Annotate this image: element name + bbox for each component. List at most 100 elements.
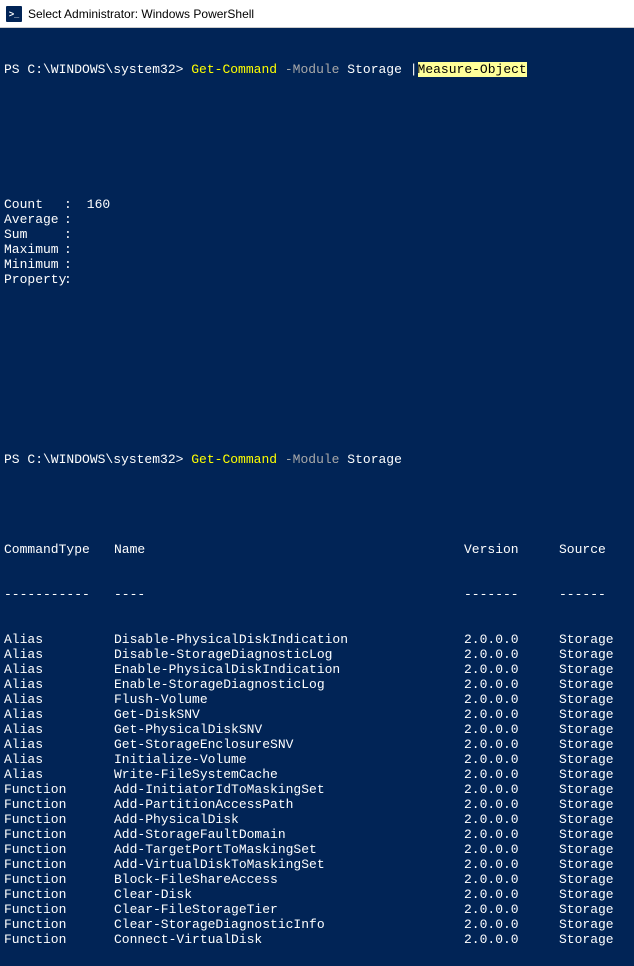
cell-commandtype: Function (4, 827, 114, 842)
stat-colon: : (64, 242, 79, 257)
cell-source: Storage (559, 797, 630, 812)
table-header-underline: ---------------------------- (4, 587, 630, 602)
table-row: FunctionAdd-VirtualDiskToMaskingSet2.0.0… (4, 857, 630, 872)
table-row: FunctionAdd-InitiatorIdToMaskingSet2.0.0… (4, 782, 630, 797)
table-row: FunctionAdd-PhysicalDisk2.0.0.0Storage (4, 812, 630, 827)
underline-source: ------ (559, 587, 630, 602)
cell-commandtype: Function (4, 917, 114, 932)
stat-colon: : (64, 212, 79, 227)
cell-source: Storage (559, 707, 630, 722)
cell-source: Storage (559, 722, 630, 737)
stat-row: Property: (4, 272, 630, 287)
table-row: AliasGet-PhysicalDiskSNV2.0.0.0Storage (4, 722, 630, 737)
cell-name: Connect-VirtualDisk (114, 932, 464, 947)
cell-commandtype: Function (4, 887, 114, 902)
cell-commandtype: Alias (4, 767, 114, 782)
stat-label: Sum (4, 227, 64, 242)
cell-version: 2.0.0.0 (464, 737, 559, 752)
cell-name: Add-VirtualDiskToMaskingSet (114, 857, 464, 872)
cell-source: Storage (559, 917, 630, 932)
cell-source: Storage (559, 692, 630, 707)
param-module-2: -Module (277, 452, 339, 467)
param-module-1: -Module (277, 62, 339, 77)
cell-name: Add-StorageFaultDomain (114, 827, 464, 842)
cell-commandtype: Function (4, 782, 114, 797)
cell-source: Storage (559, 902, 630, 917)
stat-label: Maximum (4, 242, 64, 257)
table-row: FunctionAdd-PartitionAccessPath2.0.0.0St… (4, 797, 630, 812)
cell-version: 2.0.0.0 (464, 647, 559, 662)
cell-commandtype: Alias (4, 647, 114, 662)
cell-commandtype: Function (4, 812, 114, 827)
stat-label: Count (4, 197, 64, 212)
terminal-area[interactable]: PS C:\WINDOWS\system32> Get-Command -Mod… (0, 28, 634, 966)
cell-name: Add-TargetPortToMaskingSet (114, 842, 464, 857)
cell-commandtype: Function (4, 797, 114, 812)
cell-version: 2.0.0.0 (464, 812, 559, 827)
cell-version: 2.0.0.0 (464, 767, 559, 782)
cmdlet-get-command-2: Get-Command (191, 452, 277, 467)
cell-source: Storage (559, 647, 630, 662)
cell-version: 2.0.0.0 (464, 692, 559, 707)
cell-name: Disable-StorageDiagnosticLog (114, 647, 464, 662)
cell-version: 2.0.0.0 (464, 827, 559, 842)
cell-commandtype: Alias (4, 632, 114, 647)
cell-name: Clear-StorageDiagnosticInfo (114, 917, 464, 932)
cell-source: Storage (559, 857, 630, 872)
table-row: AliasDisable-StorageDiagnosticLog2.0.0.0… (4, 647, 630, 662)
cmdlet-get-command-1: Get-Command (191, 62, 277, 77)
cell-version: 2.0.0.0 (464, 797, 559, 812)
prompt-2: PS C:\WINDOWS\system32> (4, 452, 191, 467)
cell-version: 2.0.0.0 (464, 932, 559, 947)
table-row: FunctionAdd-TargetPortToMaskingSet2.0.0.… (4, 842, 630, 857)
command-line-1: PS C:\WINDOWS\system32> Get-Command -Mod… (4, 62, 630, 77)
command-line-2: PS C:\WINDOWS\system32> Get-Command -Mod… (4, 452, 630, 467)
underline-type: ----------- (4, 587, 114, 602)
cell-commandtype: Function (4, 842, 114, 857)
cell-commandtype: Alias (4, 692, 114, 707)
table-row: FunctionClear-Disk2.0.0.0Storage (4, 887, 630, 902)
table-row: FunctionBlock-FileShareAccess2.0.0.0Stor… (4, 872, 630, 887)
cell-source: Storage (559, 932, 630, 947)
cell-source: Storage (559, 782, 630, 797)
cell-commandtype: Function (4, 932, 114, 947)
cell-name: Get-DiskSNV (114, 707, 464, 722)
table-row: AliasFlush-Volume2.0.0.0Storage (4, 692, 630, 707)
cell-source: Storage (559, 677, 630, 692)
cell-name: Clear-Disk (114, 887, 464, 902)
cell-commandtype: Alias (4, 737, 114, 752)
cmdlet-measure-object: Measure-Object (418, 62, 527, 77)
stat-colon: : (64, 257, 79, 272)
cell-source: Storage (559, 887, 630, 902)
cell-commandtype: Function (4, 872, 114, 887)
cell-name: Disable-PhysicalDiskIndication (114, 632, 464, 647)
stat-row: Maximum: (4, 242, 630, 257)
cell-commandtype: Function (4, 902, 114, 917)
table-body: AliasDisable-PhysicalDiskIndication2.0.0… (4, 632, 630, 947)
cell-source: Storage (559, 662, 630, 677)
cell-name: Add-InitiatorIdToMaskingSet (114, 782, 464, 797)
cell-version: 2.0.0.0 (464, 677, 559, 692)
table-row: AliasGet-StorageEnclosureSNV2.0.0.0Stora… (4, 737, 630, 752)
cell-version: 2.0.0.0 (464, 662, 559, 677)
cell-version: 2.0.0.0 (464, 887, 559, 902)
stat-value: 160 (79, 197, 110, 212)
cell-version: 2.0.0.0 (464, 842, 559, 857)
cell-name: Block-FileShareAccess (114, 872, 464, 887)
cell-name: Flush-Volume (114, 692, 464, 707)
measure-output: Count: 160Average:Sum:Maximum:Minimum:Pr… (4, 197, 630, 287)
table-row: AliasGet-DiskSNV2.0.0.0Storage (4, 707, 630, 722)
cell-commandtype: Alias (4, 752, 114, 767)
stat-row: Sum: (4, 227, 630, 242)
cell-source: Storage (559, 827, 630, 842)
cell-name: Get-PhysicalDiskSNV (114, 722, 464, 737)
table-row: FunctionClear-FileStorageTier2.0.0.0Stor… (4, 902, 630, 917)
arg-storage-2: Storage (339, 452, 401, 467)
underline-name: ---- (114, 587, 464, 602)
table-row: AliasEnable-StorageDiagnosticLog2.0.0.0S… (4, 677, 630, 692)
cell-version: 2.0.0.0 (464, 902, 559, 917)
window-titlebar[interactable]: >_ Select Administrator: Windows PowerSh… (0, 0, 634, 28)
underline-version: ------- (464, 587, 559, 602)
stat-colon: : (64, 197, 79, 212)
powershell-icon: >_ (6, 6, 22, 22)
